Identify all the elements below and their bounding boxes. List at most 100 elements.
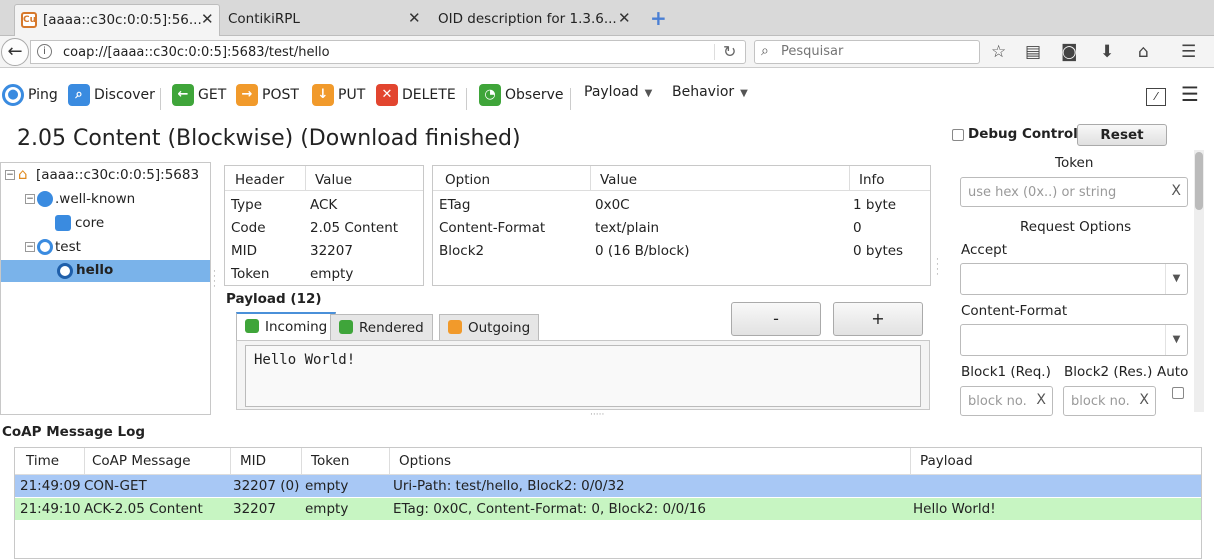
tree-node-well-known[interactable]: − .well-known	[25, 189, 205, 211]
tab-outgoing[interactable]: Outgoing	[439, 314, 540, 340]
debug-control-checkbox[interactable]	[952, 129, 964, 141]
splitter-handle[interactable]: · · · ·	[936, 256, 939, 280]
column-header[interactable]: Token	[311, 453, 349, 469]
home-icon[interactable]: ⌂	[1138, 42, 1149, 62]
clear-icon[interactable]: Ⅹ	[1036, 392, 1046, 408]
splitter-handle[interactable]: ·····	[590, 410, 604, 420]
chevron-down-icon: ▼	[644, 88, 653, 99]
tree-node-root[interactable]: − ⌂ [aaaa::c30c:0:0:5]:5683	[5, 165, 205, 187]
block1-field[interactable]: block no. Ⅹ	[960, 386, 1053, 416]
collapse-icon[interactable]: −	[25, 242, 35, 252]
column-header[interactable]: MID	[240, 453, 266, 469]
log-cell-mid: 32207 (0)	[233, 478, 300, 494]
search-bar[interactable]: ⌕	[754, 40, 980, 64]
table-cell: Code	[231, 220, 266, 236]
popout-icon[interactable]: ⁄	[1146, 88, 1166, 106]
search-input[interactable]	[781, 44, 971, 59]
auto-checkbox[interactable]	[1172, 387, 1184, 399]
column-header[interactable]: CoAP Message	[92, 453, 191, 469]
get-label: GET	[198, 87, 227, 103]
reading-list-icon[interactable]: ▤	[1025, 42, 1041, 62]
zoom-in-button[interactable]: +	[833, 302, 923, 336]
message-log-title: CoAP Message Log	[2, 424, 146, 440]
divider	[910, 448, 911, 474]
ping-button[interactable]: ● Ping	[2, 84, 58, 110]
column-header[interactable]: Payload	[920, 453, 973, 469]
download-icon[interactable]: ⬇	[1100, 42, 1114, 62]
divider	[389, 448, 390, 474]
clear-icon[interactable]: Ⅹ	[1171, 183, 1181, 199]
close-icon[interactable]: ✕	[408, 9, 421, 27]
tab-title: ContikiRPL	[228, 11, 300, 27]
delete-button[interactable]: ✕ DELETE	[376, 84, 456, 110]
log-row[interactable]: 21:49:09 CON-GET 32207 (0) empty Uri-Pat…	[15, 475, 1201, 497]
scrollbar-thumb[interactable]	[1195, 152, 1203, 210]
post-button[interactable]: → POST	[236, 84, 299, 110]
delete-label: DELETE	[402, 87, 456, 103]
column-header[interactable]: Option	[445, 172, 490, 188]
back-arrow-icon[interactable]: ←	[1, 38, 29, 66]
collapse-icon[interactable]: −	[25, 194, 35, 204]
reload-icon[interactable]: ↻	[723, 42, 736, 61]
tab-incoming[interactable]: Incoming	[236, 312, 337, 340]
column-header[interactable]: Value	[600, 172, 637, 188]
table-cell: 1 byte	[853, 197, 897, 213]
table-cell: Token	[231, 266, 270, 282]
chevron-down-icon: ▼	[1165, 264, 1187, 294]
url-text[interactable]: coap://[aaaa::c30c:0:0:5]:5683/test/hell…	[63, 45, 330, 60]
splitter-handle[interactable]: · · · ·	[213, 268, 216, 292]
behavior-menu-button[interactable]: Behavior ▼	[672, 84, 748, 110]
block2-field[interactable]: block no. Ⅹ	[1063, 386, 1156, 416]
zoom-out-button[interactable]: -	[731, 302, 821, 336]
clear-icon[interactable]: Ⅹ	[1139, 392, 1149, 408]
pocket-icon[interactable]: ◙	[1061, 42, 1078, 62]
column-header[interactable]: Info	[859, 172, 885, 188]
log-row[interactable]: 21:49:10 ACK-2.05 Content 32207 empty ET…	[15, 498, 1201, 520]
options-table: Option Value Info ETag 0x0C 1 byte Conte…	[432, 165, 931, 286]
discover-button[interactable]: ⌕ Discover	[68, 84, 155, 110]
reset-button[interactable]: Reset	[1077, 124, 1167, 146]
token-field[interactable]: use hex (0x..) or string Ⅹ	[960, 177, 1188, 207]
log-cell-time: 21:49:10	[20, 501, 81, 517]
column-header[interactable]: Value	[315, 172, 352, 188]
tree-node-label: core	[75, 215, 105, 231]
close-icon[interactable]: ✕	[201, 10, 214, 28]
content-format-select[interactable]: ▼	[960, 324, 1188, 356]
column-header[interactable]: Header	[235, 172, 284, 188]
tree-node-hello[interactable]: hello	[1, 260, 210, 282]
table-cell: Type	[231, 197, 263, 213]
put-button[interactable]: ↓ PUT	[312, 84, 365, 110]
browser-tab-contikirpl[interactable]: ContikiRPL ✕	[220, 4, 430, 36]
bookmark-star-icon[interactable]: ☆	[991, 42, 1006, 62]
browser-tab-strip: Cu [aaaa::c30c:0:0:5]:56... ✕ ContikiRPL…	[0, 0, 1214, 36]
observe-button[interactable]: ◔ Observe	[479, 84, 563, 110]
payload-panel: Hello World!	[236, 340, 930, 410]
collapse-icon[interactable]: −	[5, 170, 15, 180]
menu-icon[interactable]: ☰	[1181, 82, 1199, 106]
payload-label: Payload (12)	[226, 291, 322, 307]
info-icon[interactable]: i	[37, 44, 52, 59]
token-placeholder: use hex (0x..) or string	[968, 185, 1117, 200]
new-tab-icon[interactable]: +	[650, 6, 667, 30]
url-bar[interactable]: i coap://[aaaa::c30c:0:0:5]:5683/test/he…	[30, 40, 746, 64]
tree-node-test[interactable]: − test	[25, 237, 205, 259]
tree-node-label: hello	[76, 262, 114, 278]
menu-icon[interactable]: ☰	[1181, 42, 1196, 62]
divider	[301, 448, 302, 474]
get-button[interactable]: ← GET	[172, 84, 226, 110]
browser-tab-copper[interactable]: Cu [aaaa::c30c:0:0:5]:56... ✕	[14, 4, 220, 36]
post-arrow-icon: →	[236, 84, 258, 106]
tree-node-core[interactable]: core	[55, 213, 205, 235]
tab-title: OID description for 1.3.6...	[438, 11, 617, 27]
browser-tab-oid[interactable]: OID description for 1.3.6... ✕	[430, 4, 638, 36]
column-header[interactable]: Time	[26, 453, 59, 469]
accept-select[interactable]: ▼	[960, 263, 1188, 295]
column-header[interactable]: Options	[399, 453, 451, 469]
tab-rendered[interactable]: Rendered	[330, 314, 433, 340]
payload-menu-button[interactable]: Payload ▼	[584, 84, 652, 110]
divider	[84, 448, 85, 474]
right-pane-scrollbar[interactable]	[1194, 150, 1204, 412]
close-icon[interactable]: ✕	[618, 9, 631, 27]
payload-textarea[interactable]: Hello World!	[245, 345, 921, 407]
resource-tree: − ⌂ [aaaa::c30c:0:0:5]:5683 − .well-know…	[0, 162, 211, 415]
